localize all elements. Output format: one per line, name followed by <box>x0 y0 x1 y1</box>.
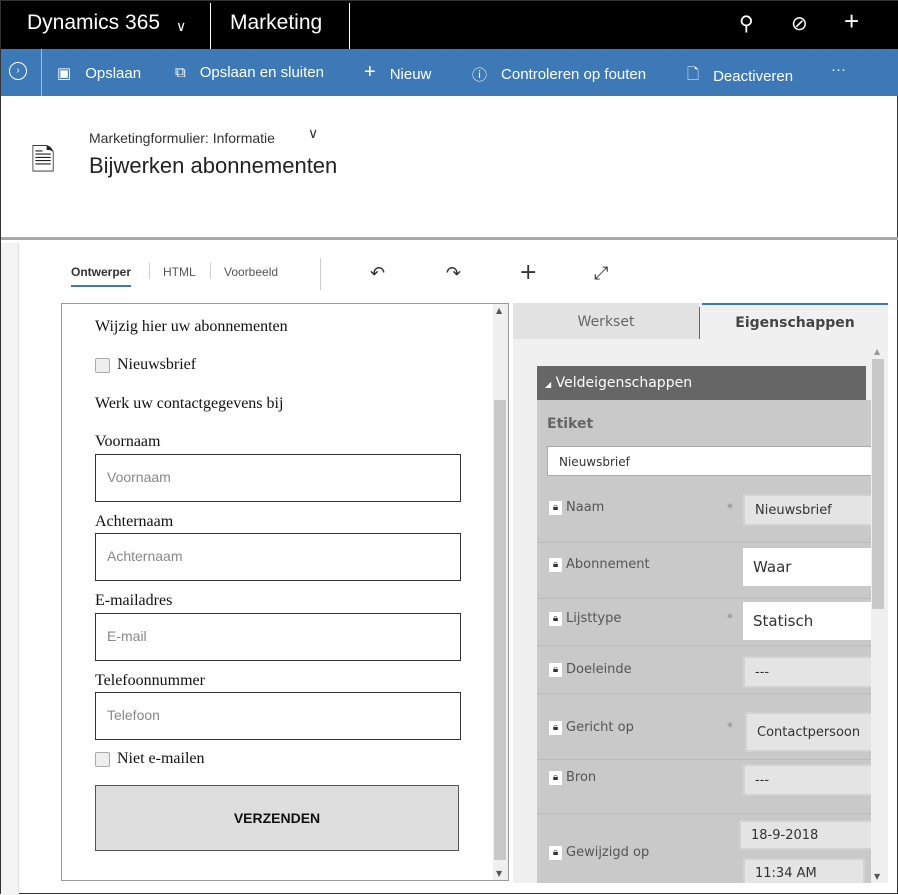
tab-designer[interactable]: Ontwerper <box>71 265 132 287</box>
name-field[interactable]: Nieuwsbrief <box>743 494 871 526</box>
form-canvas: Wijzig hier uw abonnementen Nieuwsbrief … <box>61 303 509 881</box>
field-label: E-mailadres <box>95 592 173 609</box>
page-title: Bijwerken abonnementen <box>89 153 338 178</box>
chevron-down-icon[interactable]: ∨ <box>176 18 186 35</box>
more-commands-button[interactable]: ··· <box>831 61 846 78</box>
tab-properties[interactable]: Eigenschappen <box>702 303 888 339</box>
listtype-field[interactable]: Statisch <box>743 602 871 640</box>
search-icon[interactable]: ⚲ <box>739 11 754 36</box>
form-heading: Werk uw contactgegevens bij <box>95 395 284 412</box>
save-icon: ▣ <box>57 65 72 82</box>
redo-icon[interactable]: ↷ <box>446 263 461 284</box>
field-label: Telefoonnummer <box>95 672 205 689</box>
command-bar: › ▣ Opslaan ⧉ Opslaan en sluiten + Nieuw ⓘ C… <box>1 49 898 96</box>
panel-scrollbar[interactable]: ▲ ▼ <box>872 347 884 881</box>
purpose-field[interactable]: --- <box>743 656 871 688</box>
source-field[interactable]: --- <box>743 764 871 796</box>
form-icon: 🗎 <box>31 143 56 178</box>
lock-icon: 🔒︎ <box>549 770 562 785</box>
undo-icon[interactable]: ↶ <box>370 263 385 284</box>
etiket-input[interactable]: Nieuwsbrief <box>547 446 871 476</box>
newsletter-checkbox[interactable]: Nieuwsbrief <box>95 356 196 374</box>
form-heading: Wijzig hier uw abonnementen <box>95 318 288 335</box>
tab-html[interactable]: HTML <box>163 265 196 279</box>
save-close-button[interactable]: ⧉ Opslaan en sluiten <box>175 64 324 81</box>
lock-icon: 🔒︎ <box>549 557 562 572</box>
task-icon[interactable]: ⊘ <box>791 11 808 36</box>
module-name[interactable]: Marketing <box>230 11 322 35</box>
phone-input[interactable]: Telefoon <box>95 692 461 740</box>
record-header: 🗎 Marketingformulier: Informatie ∨ Bijwe… <box>1 96 898 240</box>
modified-date-field[interactable]: 18-9-2018 <box>739 820 871 850</box>
field-label: Voornaam <box>95 433 161 450</box>
expand-icon[interactable]: › <box>9 62 27 80</box>
save-close-icon: ⧉ <box>175 64 186 81</box>
form-selector[interactable]: Marketingformulier: Informatie <box>89 130 275 146</box>
section-body: Etiket Nieuwsbrief 🔒︎ Naam * Nieuwsbrief … <box>537 400 871 883</box>
left-gutter <box>1 243 19 895</box>
email-input[interactable]: E-mail <box>95 613 461 661</box>
section-header[interactable]: ◢ Veldeigenschappen <box>537 366 866 400</box>
firstname-input[interactable]: Voornaam <box>95 454 461 502</box>
lock-icon: 🔒︎ <box>549 720 562 735</box>
prop-label: 🔒︎ Naam <box>549 500 604 515</box>
tab-preview[interactable]: Voorbeeld <box>224 265 278 279</box>
modified-time-field[interactable]: 11:34 AM <box>743 858 865 883</box>
lock-icon: 🔒︎ <box>549 611 562 626</box>
plus-icon[interactable]: + <box>844 6 859 37</box>
collapse-icon: ◢ <box>545 380 552 389</box>
fullscreen-icon[interactable]: ⤢ <box>594 263 608 284</box>
deactivate-icon: 🗋 <box>687 66 700 83</box>
check-errors-icon: ⓘ <box>472 67 488 84</box>
properties-panel: Werkset Eigenschappen ▲ ▼ ◢ Veldeigensch… <box>513 303 888 883</box>
submit-button[interactable]: VERZENDEN <box>95 785 459 851</box>
lock-icon: 🔒︎ <box>549 500 562 515</box>
deactivate-button[interactable]: 🗋 Deactiveren <box>687 64 793 89</box>
no-email-checkbox[interactable]: Niet e-mailen <box>95 750 205 768</box>
chevron-down-icon[interactable]: ∨ <box>308 126 318 142</box>
new-button[interactable]: + Nieuw <box>364 61 431 84</box>
tab-toolbox[interactable]: Werkset <box>513 303 699 339</box>
form-scrollbar[interactable]: ▲ ▼ <box>493 304 508 880</box>
subscription-field[interactable]: Waar <box>743 548 871 586</box>
save-button[interactable]: ▣ Opslaan <box>57 64 141 83</box>
app-name[interactable]: Dynamics 365 <box>27 11 160 35</box>
lock-icon: 🔒︎ <box>549 662 562 677</box>
check-errors-button[interactable]: ⓘ Controleren op fouten <box>472 64 646 85</box>
field-label: Achternaam <box>95 513 174 530</box>
top-bar: Dynamics 365 ∨ Marketing ⚲ ⊘ + <box>1 1 898 49</box>
lock-icon: 🔒︎ <box>549 845 562 860</box>
add-icon[interactable]: + <box>519 260 537 285</box>
lastname-input[interactable]: Achternaam <box>95 533 461 581</box>
etiket-label: Etiket <box>547 416 594 432</box>
plus-icon: + <box>364 61 376 83</box>
targeted-field[interactable]: Contactpersoon <box>745 712 871 752</box>
